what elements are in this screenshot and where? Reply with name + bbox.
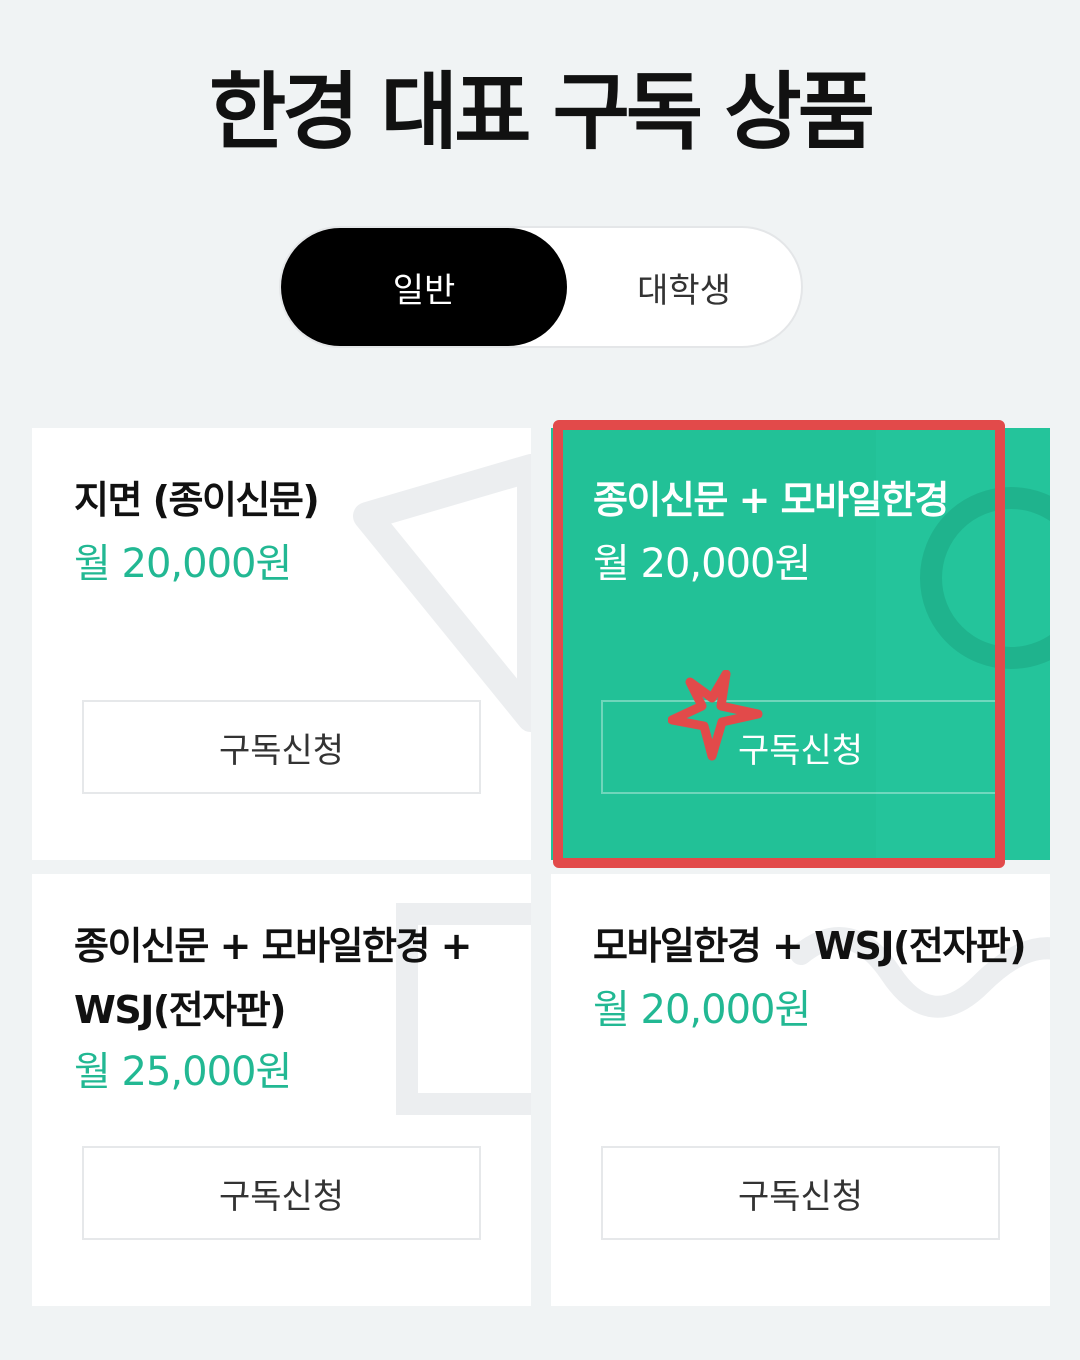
subscription-page: 한경 대표 구독 상품 일반 대학생 지면 (종이신문) 월 20,000원 구… [0,0,1080,1360]
product-card-paper-mobile-wsj: 종이신문 + 모바일한경 + WSJ(전자판) 월 25,000원 구독신청 [32,874,531,1306]
product-price: 월 25,000원 [74,1049,292,1095]
subscribe-button[interactable]: 구독신청 [601,1146,1000,1240]
product-name: 모바일한경 + WSJ(전자판) [593,924,1027,968]
subscribe-button[interactable]: 구독신청 [82,700,481,794]
product-price: 월 20,000원 [593,987,811,1033]
product-price: 월 20,000원 [593,541,811,587]
product-price: 월 20,000원 [74,541,292,587]
toggle-general[interactable]: 일반 [281,228,567,346]
product-card-paper: 지면 (종이신문) 월 20,000원 구독신청 [32,428,531,860]
subscribe-button[interactable]: 구독신청 [601,700,1000,794]
plan-type-toggle: 일반 대학생 [279,226,803,348]
page-title: 한경 대표 구독 상품 [209,63,875,161]
product-name: 지면 (종이신문) [74,478,320,522]
product-name: 종이신문 + 모바일한경 [593,478,949,522]
product-name: 종이신문 + 모바일한경 + WSJ(전자판) [74,924,473,1032]
product-card-paper-mobile: 종이신문 + 모바일한경 월 20,000원 구독신청 [551,428,1050,860]
product-card-mobile-wsj: 모바일한경 + WSJ(전자판) 월 20,000원 구독신청 [551,874,1050,1306]
toggle-student[interactable]: 대학생 [567,228,801,346]
subscribe-button[interactable]: 구독신청 [82,1146,481,1240]
